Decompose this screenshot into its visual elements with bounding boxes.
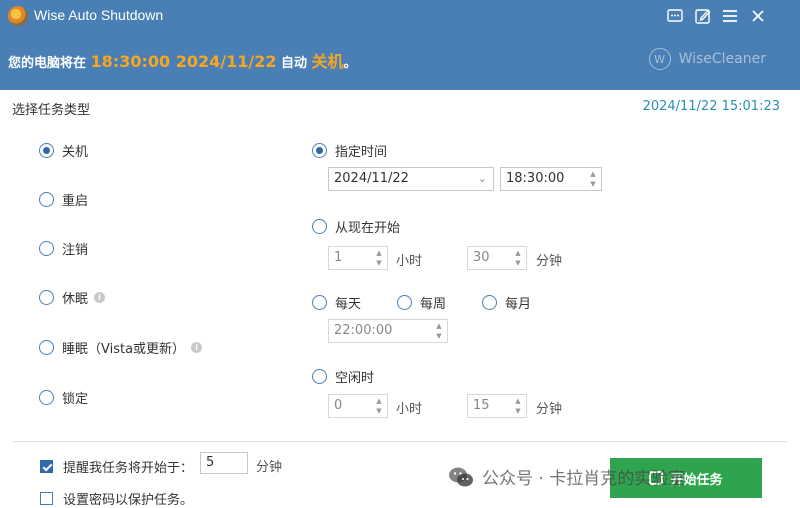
radio-sleep[interactable]: 睡眠（Vista或更新） i [39,338,203,357]
from-now-hours-input[interactable]: 1 ▲ ▼ [328,246,388,270]
time-value: 18:30:00 [506,171,565,186]
radio-daily[interactable]: 每天 [312,293,361,312]
remind-minutes-input[interactable]: 5 [200,452,248,474]
radio-label: 锁定 [62,392,89,407]
spinner-icon[interactable]: ▲ ▼ [512,396,524,416]
radio-label: 睡眠（Vista或更新） [62,342,186,357]
radio-label: 从现在开始 [335,221,401,236]
radio-monthly[interactable]: 每月 [482,293,531,312]
radio-shutdown[interactable]: 关机 [39,141,88,160]
minutes-unit: 分钟 [536,254,563,269]
radio-restart[interactable]: 重启 [39,190,88,209]
status-suffix: 。 [343,56,357,71]
brand-name: WiseCleaner [678,51,766,67]
close-icon[interactable] [748,6,768,26]
app-title: Wise Auto Shutdown [34,7,164,23]
radio-button[interactable] [312,143,327,158]
minutes-unit: 分钟 [536,402,563,417]
idle-minutes-input[interactable]: 15 ▲ ▼ [467,394,527,418]
recurring-time-value: 22:00:00 [334,323,393,338]
recurring-time-input[interactable]: 22:00:00 ▲ ▼ [328,319,448,343]
info-icon[interactable]: i [191,342,203,353]
from-now-minutes-input[interactable]: 30 ▲ ▼ [467,246,527,270]
chat-icon[interactable] [665,6,685,26]
password-label: 设置密码以保护任务。 [63,493,194,508]
radio-weekly[interactable]: 每周 [397,293,446,312]
remind-checkbox[interactable] [40,460,53,473]
radio-button[interactable] [39,340,54,355]
radio-idle[interactable]: 空闲时 [312,367,374,386]
status-time: 18:30:00 2024/11/22 [90,52,277,71]
remind-checkbox-row[interactable]: 提醒我任务将开始于： [40,457,193,476]
current-datetime: 2024/11/22 15:01:23 [642,99,780,114]
time-picker[interactable]: 18:30:00 ▲ ▼ [500,167,602,191]
watermark-text: 公众号 · 卡拉肖克的实验室 [482,469,686,489]
remind-value: 5 [206,455,215,470]
radio-hibernate[interactable]: 休眠 i [39,288,106,307]
remind-label: 提醒我任务将开始于： [63,461,194,476]
date-picker[interactable]: 2024/11/22 ⌄ [328,167,494,191]
radio-button[interactable] [39,241,54,256]
spinner-icon[interactable]: ▲ ▼ [373,396,385,416]
task-type-title: 选择任务类型 [12,103,91,118]
spinner-icon[interactable]: ▲ ▼ [373,248,385,268]
hours-value: 1 [334,250,343,265]
spinner-icon[interactable]: ▲ ▼ [587,169,599,189]
hours-unit: 小时 [396,254,423,269]
spinner-icon[interactable]: ▲ ▼ [433,321,445,341]
radio-label: 休眠 [62,292,89,307]
radio-label: 每天 [335,297,362,312]
radio-label: 关机 [62,145,89,160]
radio-button[interactable] [312,295,327,310]
shutdown-status: 您的电脑将在 18:30:00 2024/11/22 自动 关机。 [8,48,357,72]
password-checkbox[interactable] [40,492,53,505]
menu-icon[interactable] [720,6,740,26]
spinner-icon[interactable]: ▲ ▼ [512,248,524,268]
app-logo-icon [8,6,28,26]
minutes-value: 15 [473,398,490,413]
radio-from-now[interactable]: 从现在开始 [312,217,400,236]
remind-unit: 分钟 [256,460,283,475]
status-middle: 自动 [281,56,308,71]
date-value: 2024/11/22 [334,171,409,186]
status-prefix: 您的电脑将在 [8,56,87,71]
radio-button[interactable] [482,295,497,310]
radio-specific-time[interactable]: 指定时间 [312,141,387,160]
radio-button[interactable] [397,295,412,310]
wechat-icon [449,467,473,486]
radio-button[interactable] [39,192,54,207]
status-action: 关机 [311,52,344,71]
radio-button[interactable] [312,219,327,234]
radio-button[interactable] [312,369,327,384]
radio-button[interactable] [39,143,54,158]
edit-icon[interactable] [693,6,713,26]
radio-button[interactable] [39,290,54,305]
divider [12,441,788,442]
info-icon[interactable]: i [94,292,106,303]
radio-label: 注销 [62,243,89,258]
chevron-down-icon[interactable]: ⌄ [478,168,487,190]
idle-hours-input[interactable]: 0 ▲ ▼ [328,394,388,418]
radio-lock[interactable]: 锁定 [39,388,88,407]
password-checkbox-row[interactable]: 设置密码以保护任务。 [40,489,193,508]
wisecleaner-logo-icon: W [648,48,671,70]
hours-value: 0 [334,398,343,413]
radio-label: 指定时间 [335,145,388,160]
watermark: 公众号 · 卡拉肖克的实验室 [448,464,685,489]
radio-logoff[interactable]: 注销 [39,239,88,258]
hours-unit: 小时 [396,402,423,417]
radio-label: 空闲时 [335,371,375,386]
radio-button[interactable] [39,390,54,405]
minutes-value: 30 [473,250,490,265]
brand: W WiseCleaner [648,48,766,70]
radio-label: 重启 [62,194,89,209]
header: Wise Auto Shutdown 您的电脑将在 18:30:00 2024/… [0,0,800,90]
radio-label: 每月 [505,297,532,312]
title-bar[interactable]: Wise Auto Shutdown [0,0,800,32]
radio-label: 每周 [420,297,447,312]
